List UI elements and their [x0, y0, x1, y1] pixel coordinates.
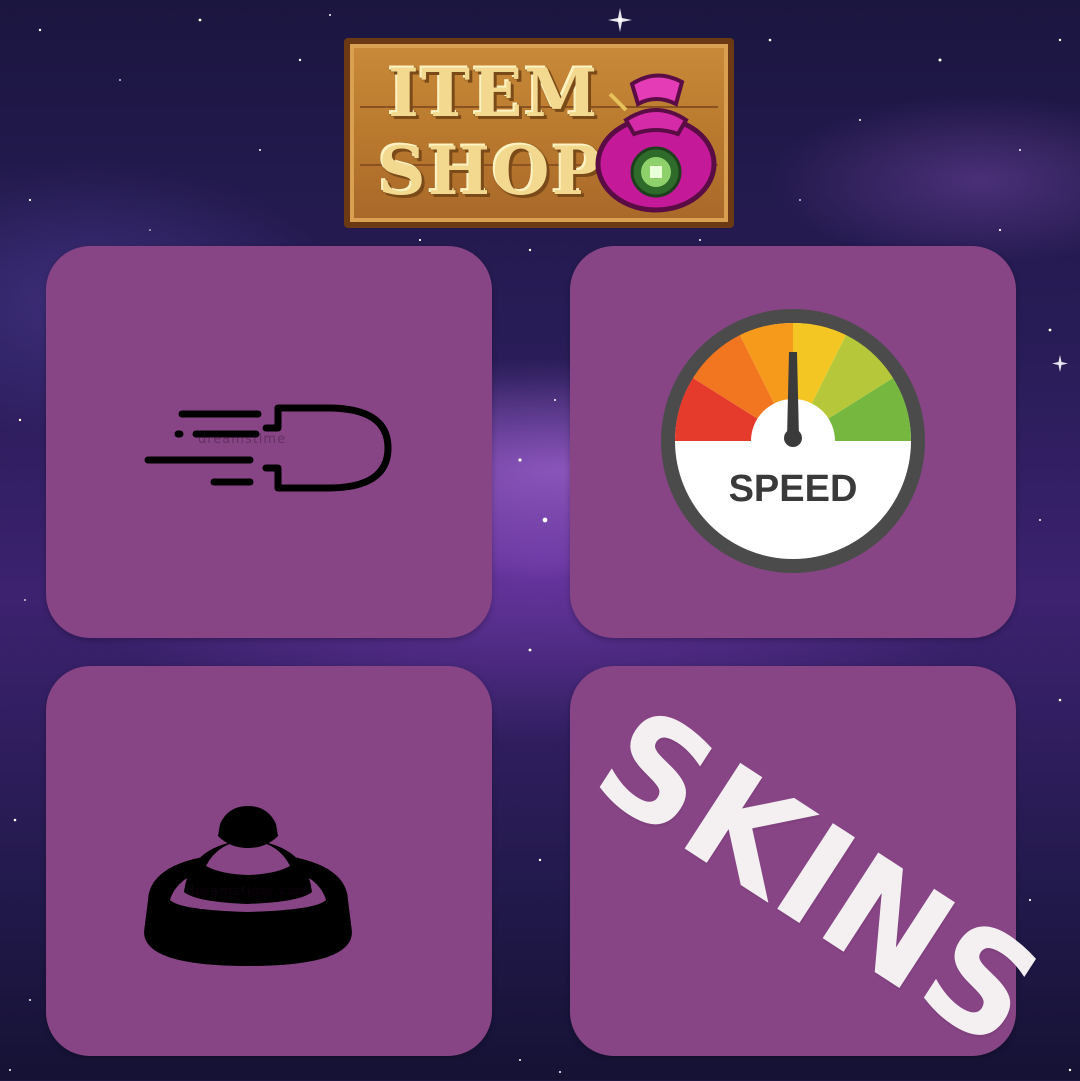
logo-line-shop: SHOP — [378, 132, 604, 210]
speedometer-icon — [661, 309, 925, 573]
watermark-text: dreamstime — [198, 432, 287, 447]
item-shop-logo: ITEM SHOP — [344, 38, 738, 230]
skins-label: SKINS — [569, 677, 1069, 1081]
speed-label: SPEED — [728, 468, 858, 510]
money-bag-icon — [595, 73, 717, 213]
speed-tile[interactable]: SPEED — [570, 246, 1016, 638]
watermark-text: dreamstime.com — [186, 884, 310, 899]
skins-tile[interactable]: SKINS — [569, 666, 1068, 1081]
bullet-tile[interactable]: dreamstime — [46, 246, 492, 638]
button-tile[interactable]: dreamstime.com — [46, 666, 492, 1056]
logo-line-item: ITEM — [388, 54, 600, 132]
